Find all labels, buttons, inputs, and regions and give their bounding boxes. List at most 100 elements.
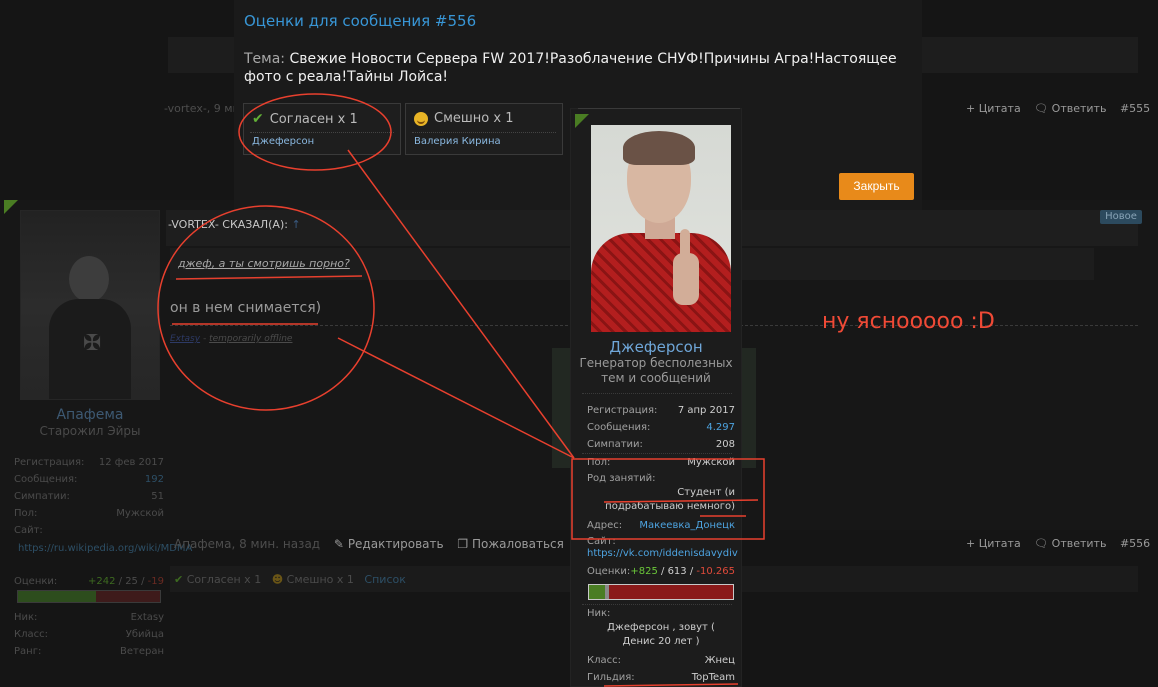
author1-gender-label: Пол: [14,508,38,519]
reply-icon: 🗨 [1034,102,1049,115]
card-gender-label: Пол: [587,457,611,468]
author1-stats: Регистрация: 12 фев 2017 Сообщения: 192 Си… [14,457,192,593]
pencil-icon: ✎ [333,537,344,551]
report-link[interactable]: ❐ Пожаловаться [457,537,563,551]
author1-class: Убийца [125,629,164,640]
card-class-label: Класс: [587,655,621,666]
card-likes-label: Симпатии: [587,439,643,450]
member-card-profile: Пол: Мужской Род занятий: Студент (и подр… [587,457,735,537]
post556-author-time[interactable]: Апафема, 8 мин. назад [174,537,320,551]
member-card-top-line [578,108,740,109]
author1-reg-label: Регистрация: [14,457,85,468]
author1-title: Старожил Эйры [39,424,141,438]
card-posts[interactable]: 4.297 [706,422,735,433]
card-posts-label: Сообщения: [587,422,651,433]
author1-r-neg: -19 [147,576,164,587]
author1-rank-label: Ранг: [14,646,42,657]
signature-status: temporarily offline [209,334,293,344]
signature-separator: - [200,334,210,344]
member-card-game: Ник: Джеферсон , зовут ( Денис 20 лет ) … [587,608,735,687]
likes-list-link[interactable]: Список [364,573,405,586]
modal-title: Оценки для сообщения #556 [244,12,477,30]
post556-reply-link[interactable]: 🗨 Ответить [1034,537,1106,550]
check-icon: ✔ [252,111,264,127]
member-card-name[interactable]: Джеферсон [571,338,741,356]
author1-r-mid: / 25 / [115,576,148,587]
author1-r-pos: +242 [88,576,116,587]
corner-marker-icon [575,114,589,128]
post555-actions: + Цитата 🗨 Ответить #555 [966,102,1150,115]
member-card-divider [582,604,732,605]
card-site-link[interactable]: https://vk.com/iddenisdavydiv [587,548,738,566]
check-icon: ✔ [174,573,184,586]
member-card-title: Генератор бесполезных тем и сообщений [579,356,733,385]
report-icon: ❐ [457,537,469,551]
likes-agree[interactable]: Согласен x 1 [187,573,261,586]
close-button[interactable]: Закрыть [839,173,914,200]
edit-label: Редактировать [347,537,444,551]
author1-site-label: Сайт: [14,525,43,536]
member-card-stats: Регистрация: 7 апр 2017 Сообщения: 4.297 С… [587,405,735,456]
card-guild-label: Гильдия: [587,672,635,683]
signature: Extasy - temporarily offline [170,334,292,344]
author1-avatar[interactable]: ✠ [20,210,160,400]
smile-icon: ☻ [271,573,284,586]
arrow-up-icon[interactable]: ↑ [291,218,300,231]
author1-likes: 51 [151,491,164,502]
cross-icon: ✠ [83,331,102,356]
card-gender: Мужской [687,457,735,468]
member-card-rating-bar [588,584,734,600]
card-class: Жнец [704,655,735,666]
card-ratings-label: Оценки: [587,566,631,577]
reply-text: он в нем снимается) [170,300,322,316]
post555-number[interactable]: #555 [1120,102,1150,115]
rating-agree-label: Согласен x 1 [269,111,358,127]
card-job: Студент (и подрабатываю немного) [605,487,735,512]
topic-label: Тема: [244,51,286,67]
edit-link[interactable]: ✎ Редактировать [334,537,444,551]
rating-card-agree[interactable]: ✔ Согласен x 1 Джеферсон [243,103,401,155]
card-job-label: Род занятий: [587,473,656,484]
author1-posts[interactable]: 192 [145,474,164,491]
member-card-avatar[interactable] [591,125,731,332]
post556-number[interactable]: #556 [1120,537,1150,550]
author1-nick-label: Ник: [14,612,38,623]
card-reg-label: Регистрация: [587,405,658,416]
card-reg: 7 апр 2017 [677,405,735,416]
topic-text: Свежие Новости Сервера FW 2017!Разоблаче… [244,51,897,85]
author1-rating-bar [17,590,161,603]
signature-name[interactable]: Extasy [170,334,200,344]
post556-reply-label: Ответить [1051,537,1107,550]
author1-posts-label: Сообщения: [14,474,78,485]
post555-reply-label: Ответить [1051,102,1107,115]
post555-meta: -vortex-, 9 ми [164,102,240,115]
rating-funny-label: Смешно x 1 [434,111,514,126]
reply-icon: 🗨 [1034,537,1049,550]
post555-reply-link[interactable]: 🗨 Ответить [1034,102,1106,115]
rating-agree-user[interactable]: Джеферсон [252,136,314,147]
post556-quote-link[interactable]: + Цитата [966,537,1021,550]
card-addr[interactable]: Макеевка_Донецк [639,520,735,531]
new-badge: Новое [1100,210,1142,224]
quote-text-content: джеф, а ты смотришь порно? [178,257,350,270]
post556-actions: + Цитата 🗨 Ответить #556 [966,537,1150,550]
quote-author[interactable]: -VORTEX- СКАЗАЛ(А): [168,218,288,231]
member-card-divider [582,393,732,394]
author1-name[interactable]: Апафема [20,407,160,423]
rating-funny-user[interactable]: Валерия Кирина [414,136,501,147]
card-r-neg: -10.265 [696,566,735,577]
author1-nick: Extasy [130,612,164,623]
author1-stats-2: Ник: Extasy Класс: Убийца Ранг: Ветеран [14,612,164,663]
card-site-label: Сайт: [587,536,616,547]
rating-card-funny[interactable]: Смешно x 1 Валерия Кирина [405,103,563,155]
card-guild: TopTeam [691,672,735,683]
author1-rank: Ветеран [119,646,164,657]
author1-reg: 12 фев 2017 [98,457,164,468]
author1-site-link[interactable]: https://ru.wikipedia.org/wiki/MDMA [14,542,192,572]
post555-author-time[interactable]: -vortex-, 9 ми [164,102,240,115]
card-nick-label: Ник: [587,608,611,619]
post555-quote-link[interactable]: + Цитата [966,102,1021,115]
card-nick: Джеферсон , зовут ( Денис 20 лет ) [607,622,715,647]
likes-funny[interactable]: Смешно x 1 [287,573,354,586]
card-r-pos: +825 [630,566,658,577]
